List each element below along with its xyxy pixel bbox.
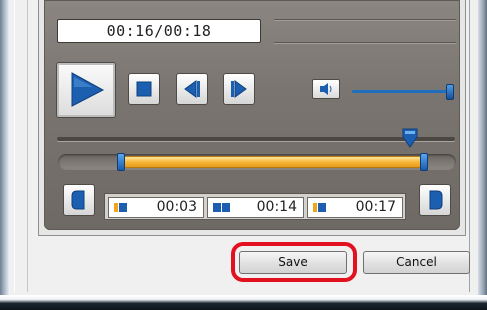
cancel-button[interactable]: Cancel xyxy=(363,251,470,274)
dialog-window: 00:16/00:18 00:03 00:14 00:17 Save Cance… xyxy=(0,0,487,310)
set-end-button[interactable] xyxy=(419,184,451,216)
header-divider xyxy=(274,19,456,20)
seek-slider-thumb[interactable] xyxy=(402,128,418,148)
trim-start-handle[interactable] xyxy=(117,153,125,171)
dialog-inner-frame xyxy=(10,0,28,292)
time-display: 00:16/00:18 xyxy=(57,19,261,43)
marker-start[interactable]: 00:03 xyxy=(108,197,204,218)
marker-middle[interactable]: 00:14 xyxy=(207,197,304,218)
volume-slider-thumb[interactable] xyxy=(446,84,454,100)
volume-button[interactable] xyxy=(312,79,340,99)
volume-slider-track[interactable] xyxy=(352,90,452,93)
stop-button[interactable] xyxy=(128,73,160,105)
seek-slider-track[interactable] xyxy=(57,137,455,141)
set-start-button[interactable] xyxy=(63,184,95,216)
play-icon xyxy=(71,72,105,107)
window-right-border xyxy=(478,0,487,310)
in-out-marker-icon xyxy=(213,203,230,212)
marker-time: 00:17 xyxy=(355,199,396,215)
header-divider xyxy=(274,42,456,43)
window-bottom-border xyxy=(0,295,487,310)
next-frame-icon xyxy=(231,80,247,98)
speaker-icon xyxy=(320,83,332,95)
save-highlight-annotation xyxy=(231,242,357,282)
start-marker-icon xyxy=(313,203,326,212)
next-frame-button[interactable] xyxy=(223,73,255,105)
marker-time: 00:14 xyxy=(256,199,297,215)
marker-end[interactable]: 00:17 xyxy=(307,197,403,218)
marker-time: 00:03 xyxy=(156,199,197,215)
set-start-icon xyxy=(71,190,85,210)
dialog-inner-frame-shadow xyxy=(469,0,470,292)
previous-frame-icon xyxy=(184,80,200,98)
play-button[interactable] xyxy=(56,62,116,118)
window-left-border xyxy=(0,0,10,310)
previous-frame-button[interactable] xyxy=(176,73,208,105)
stop-icon xyxy=(136,81,152,97)
start-marker-icon xyxy=(114,203,127,212)
trim-range-selection xyxy=(122,156,424,168)
trim-end-handle[interactable] xyxy=(420,153,428,171)
dialog-inner-frame-highlight xyxy=(14,0,15,292)
set-end-icon xyxy=(429,190,443,210)
